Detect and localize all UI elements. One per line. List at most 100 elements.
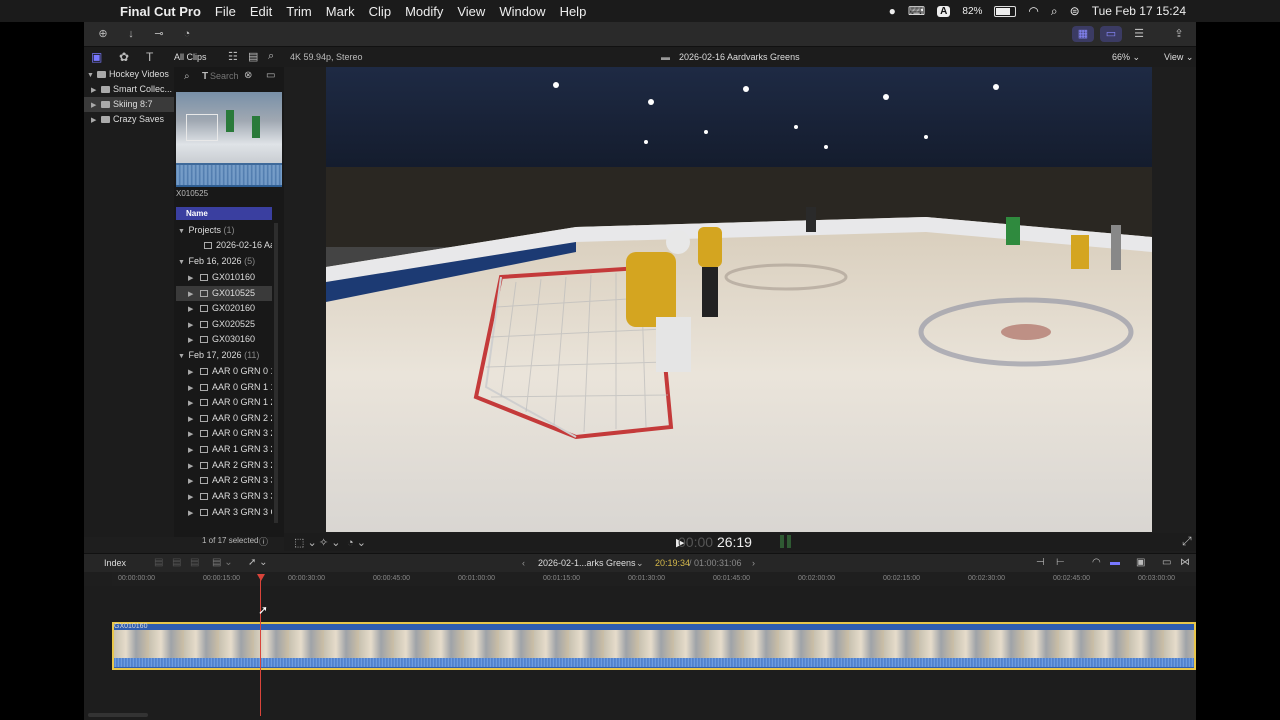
- solo-icon[interactable]: ▬: [1110, 557, 1120, 568]
- clip-appearance-icon[interactable]: ▣: [1136, 557, 1145, 568]
- list-item[interactable]: ▶AAR 0 GRN 1 1s: [176, 380, 272, 395]
- sidebar-item-crazy-saves[interactable]: ▶ Crazy Saves: [91, 112, 164, 127]
- retime-icon[interactable]: ◔ ⌄: [347, 536, 366, 549]
- app-menu[interactable]: Final Cut Pro: [120, 4, 201, 19]
- transitions-icon[interactable]: ⋈: [1180, 557, 1190, 568]
- battery-icon[interactable]: [994, 5, 1017, 17]
- selection-count: 1 of 17 selected: [202, 536, 259, 545]
- inspector-icon[interactable]: ☰: [1128, 26, 1150, 42]
- audio-skimming-icon[interactable]: ◠: [1092, 557, 1101, 568]
- list-item[interactable]: ▶ GX030160: [176, 332, 272, 347]
- insert-clip-icon[interactable]: ▤: [172, 557, 181, 568]
- browser-layout-icon[interactable]: ▦: [1072, 26, 1094, 42]
- list-item[interactable]: ▶ AAR 0 GRN 2 2: [176, 411, 272, 426]
- back-icon[interactable]: ‹: [522, 558, 525, 568]
- control-center-icon[interactable]: ⊜: [1070, 4, 1080, 18]
- list-item[interactable]: ▶ AAR 0 GRN 0 1:: [176, 364, 272, 379]
- all-clips-filter[interactable]: All Clips: [174, 52, 207, 62]
- share-icon[interactable]: ⇪: [1168, 26, 1190, 42]
- list-item[interactable]: ▶ AAR 2 GRN 3 3: [176, 473, 272, 488]
- snapping-icon[interactable]: ⊢: [1056, 557, 1065, 568]
- list-view-icon[interactable]: ☷: [228, 50, 238, 63]
- download-icon[interactable]: ↓: [120, 26, 142, 42]
- overwrite-clip-icon[interactable]: ▤ ⌄: [212, 557, 233, 568]
- list-item-event[interactable]: ▼ Feb 16, 2026 (5): [176, 254, 272, 269]
- keyboard-icon[interactable]: ⌨: [908, 4, 925, 18]
- menu-modify[interactable]: Modify: [405, 4, 443, 19]
- clip-thumbnail[interactable]: [176, 92, 282, 187]
- clip-icon: [200, 336, 208, 344]
- list-item[interactable]: ▶ AAR 1 GRN 3 2(: [176, 442, 272, 457]
- timeline-project-name[interactable]: 2026-02-1...arks Greens: [538, 558, 636, 568]
- project-menu-chevron-icon[interactable]: ⌄: [636, 558, 644, 569]
- timeline-header: Index ▤ ▤ ▤ ▤ ⌄ ➚ ⌄ ‹ 2026-02-1...arks G…: [84, 553, 1196, 572]
- video-viewer[interactable]: [326, 67, 1152, 532]
- list-item-event[interactable]: ▼ Feb 17, 2026 (11): [176, 348, 272, 363]
- menu-window[interactable]: Window: [499, 4, 545, 19]
- search-icon[interactable]: ⌕: [268, 50, 274, 63]
- photos-icon[interactable]: ✿: [119, 50, 129, 64]
- timeline-index-button[interactable]: Index: [104, 558, 126, 568]
- list-item[interactable]: ▶ GX020525: [176, 317, 272, 332]
- import-media-icon[interactable]: ⊕: [92, 26, 114, 42]
- transform-icon[interactable]: ⬚ ⌄: [294, 536, 317, 549]
- list-item[interactable]: ▶ AAR 0 GRN 3 2: [176, 426, 272, 441]
- fullscreen-icon[interactable]: ⤢: [1182, 534, 1192, 549]
- clock[interactable]: Tue Feb 17 15:24: [1092, 4, 1186, 18]
- menu-view[interactable]: View: [457, 4, 485, 19]
- menu-help[interactable]: Help: [560, 4, 587, 19]
- list-item-selected[interactable]: ▶ GX010525: [176, 286, 272, 301]
- search-icon: ⌕: [184, 71, 190, 82]
- search-input[interactable]: [210, 70, 248, 82]
- background-tasks-icon[interactable]: ◔: [176, 26, 198, 42]
- menu-edit[interactable]: Edit: [250, 4, 272, 19]
- forward-icon[interactable]: ›: [752, 558, 755, 568]
- clip-icon: [200, 430, 208, 438]
- list-item[interactable]: ▶ AAR 2 GRN 3 2: [176, 458, 272, 473]
- name-column-header[interactable]: Name: [176, 207, 272, 220]
- effects-browser-icon[interactable]: ▭: [1162, 557, 1171, 568]
- menu-mark[interactable]: Mark: [326, 4, 355, 19]
- menu-file[interactable]: File: [215, 4, 236, 19]
- input-source-icon[interactable]: A: [937, 5, 951, 17]
- clear-search-icon[interactable]: ⊗: [244, 70, 252, 81]
- browser-scrollbar[interactable]: [274, 223, 278, 523]
- info-icon[interactable]: ⓘ: [259, 535, 268, 548]
- append-clip-icon[interactable]: ▤: [190, 557, 199, 568]
- view-menu[interactable]: View ⌄: [1164, 52, 1193, 63]
- keyword-icon[interactable]: ⊸: [148, 26, 170, 42]
- playhead-handle[interactable]: [257, 574, 265, 581]
- list-item[interactable]: ▶ AAR 3 GRN 3 3: [176, 489, 272, 504]
- connect-clip-icon[interactable]: ▤: [154, 557, 163, 568]
- spotlight-search-icon[interactable]: ⌕: [1051, 4, 1058, 19]
- playhead[interactable]: [260, 576, 261, 716]
- browser-header: ▣ ✿ T All Clips ☷ ▤ ⌕: [84, 47, 284, 67]
- zoom-menu[interactable]: 66% ⌄: [1112, 52, 1140, 63]
- timeline-ruler[interactable]: 00:00:00:00 00:00:15:00 00:00:30:00 00:0…: [112, 572, 1196, 586]
- record-icon[interactable]: ●: [889, 4, 896, 18]
- skimming-icon[interactable]: ⊣: [1036, 557, 1045, 568]
- menu-trim[interactable]: Trim: [286, 4, 312, 19]
- timeline-layout-icon[interactable]: ▭: [1100, 26, 1122, 42]
- list-item[interactable]: ▶ GX010160: [176, 270, 272, 285]
- menu-clip[interactable]: Clip: [369, 4, 391, 19]
- enhance-icon[interactable]: ✧ ⌄: [319, 536, 341, 549]
- browser-options-icon[interactable]: ▭: [266, 70, 275, 81]
- library-sidebar: ▼ Hockey Videos ▶ Smart Collec... ▶ Skiing …: [84, 67, 174, 537]
- list-item-projects[interactable]: ▼ Projects (1): [176, 223, 272, 238]
- list-item[interactable]: ▶ GX020160: [176, 301, 272, 316]
- titles-icon[interactable]: T: [146, 50, 153, 64]
- wifi-icon[interactable]: ◠: [1028, 4, 1038, 18]
- timeline-scrollbar[interactable]: [88, 713, 148, 717]
- text-search-icon[interactable]: T: [202, 71, 208, 82]
- sidebar-item-smart-collections[interactable]: ▶ Smart Collec...: [91, 82, 172, 97]
- libraries-icon[interactable]: ▣: [91, 50, 102, 64]
- select-tool-icon[interactable]: ➚ ⌄: [248, 557, 268, 568]
- list-item[interactable]: ▶ AAR 0 GRN 1 2(: [176, 395, 272, 410]
- list-item[interactable]: ▶ AAR 3 GRN 3 C: [176, 505, 272, 520]
- filmstrip-view-icon[interactable]: ▤: [248, 50, 258, 63]
- library-hockey-videos[interactable]: ▼ Hockey Videos: [87, 67, 169, 82]
- sidebar-item-skiing[interactable]: ▶ Skiing 8:7: [84, 97, 174, 112]
- timecode-display[interactable]: 00:00 26:19: [678, 534, 752, 550]
- list-item-project[interactable]: 2026-02-16 Aa: [176, 238, 272, 253]
